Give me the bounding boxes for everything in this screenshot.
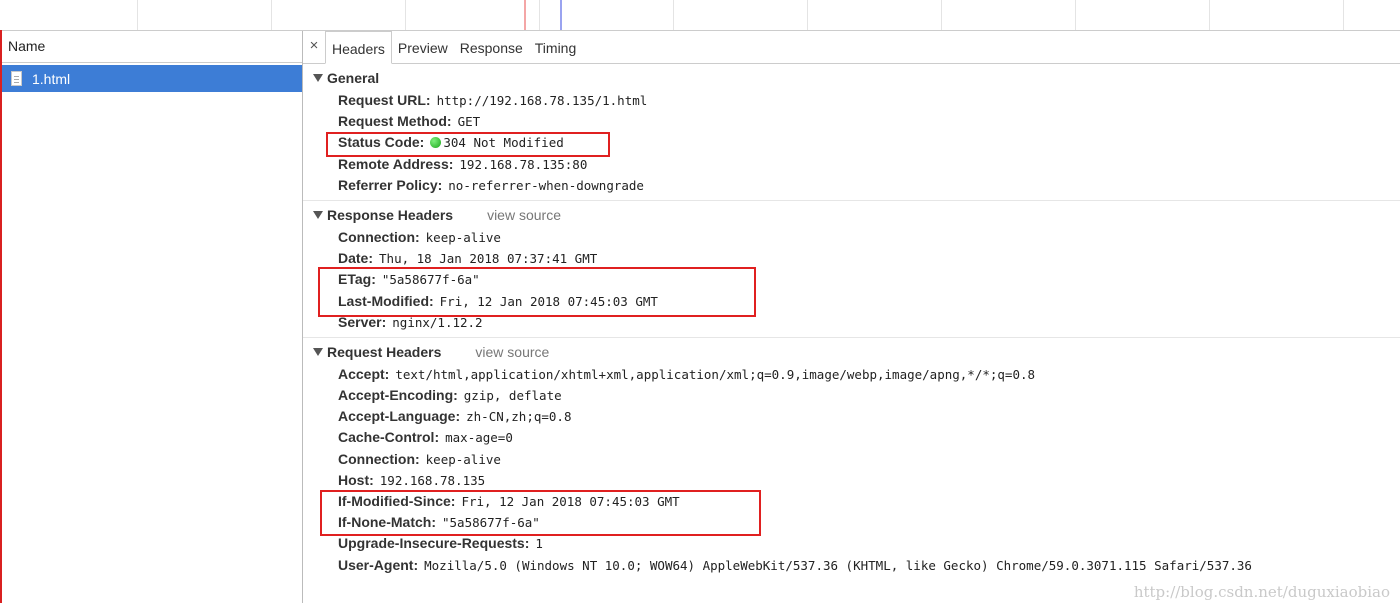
header-row: Host: 192.168.78.135 [303,470,1400,491]
header-value: Thu, 18 Jan 2018 07:37:41 GMT [379,251,598,267]
watermark: http://blog.csdn.net/duguxiaobiao [1133,583,1390,601]
timeline-gridline [137,0,138,30]
header-key: Request Method: [338,113,452,130]
header-key: Referrer Policy: [338,176,443,193]
annotation-box-etag [318,267,756,317]
view-source-link[interactable]: view source [487,207,561,223]
header-key: User-Agent: [338,556,419,573]
header-row: Referrer Policy: no-referrer-when-downgra… [303,175,1400,196]
header-key: Request URL: [338,92,431,108]
timeline-gridline [1343,0,1344,30]
header-value: GET [457,114,481,130]
timeline-gridline [539,0,540,30]
triangle-down-icon [313,210,323,219]
header-value: 1 [535,536,543,552]
header-key: Upgrade-Insecure-Requests: [338,535,530,552]
header-key: Connection: [338,450,420,467]
network-timeline[interactable] [0,0,1400,31]
header-row: Connection: keep-alive [303,449,1400,470]
load-event-marker [524,0,526,30]
header-row: Accept-Encoding: gzip, deflate [303,385,1400,406]
request-row-selected[interactable]: 1.html [2,65,302,92]
tab-preview[interactable]: Preview [392,31,454,63]
header-value: keep-alive [425,451,501,467]
general-section-header[interactable]: General [303,66,1400,90]
header-key: Date: [338,250,374,267]
request-headers-section: Request Headers view source Accept: text/h… [303,338,1400,580]
timeline-gridline [405,0,406,30]
annotation-box-status [326,132,610,157]
timeline-gridline [271,0,272,30]
header-row: Upgrade-Insecure-Requests: 1 [303,533,1400,554]
header-row: User-Agent: Mozilla/5.0 (Windows NT 10.0;… [303,555,1400,576]
header-value: max-age=0 [445,430,513,446]
header-key: Accept-Encoding: [338,387,458,404]
header-row: Cache-Control: max-age=0 [303,427,1400,448]
header-row: Accept-Language: zh-CN,zh;q=0.8 [303,406,1400,427]
annotation-box-if-modified [320,490,761,536]
header-value: http://192.168.78.135/1.html [436,93,648,108]
domcontentloaded-marker [560,0,562,30]
header-value: keep-alive [425,229,501,245]
timeline-gridline [1075,0,1076,30]
header-value: text/html,application/xhtml+xml,applicat… [395,366,1036,382]
timeline-gridline [673,0,674,30]
view-source-link[interactable]: view source [475,344,549,360]
timeline-gridline [1209,0,1210,30]
header-key: Remote Address: [338,155,454,172]
request-headers-section-header[interactable]: Request Headers view source [303,340,1400,364]
triangle-down-icon [313,347,323,356]
tab-response[interactable]: Response [454,31,529,63]
details-tabbar: × Headers Preview Response Timing [303,31,1400,64]
timeline-gridline [807,0,808,30]
header-value: Mozilla/5.0 (Windows NT 10.0; WOW64) App… [424,557,1252,573]
section-title: Response Headers [327,206,454,223]
timeline-gridline [941,0,942,30]
tab-headers[interactable]: Headers [325,31,392,64]
header-value: 192.168.78.135 [379,472,486,488]
header-key: Accept: [338,365,390,382]
triangle-down-icon [313,74,323,82]
header-value: zh-CN,zh;q=0.8 [466,409,572,425]
header-value: no-referrer-when-downgrade [448,177,644,193]
header-value: 192.168.78.135:80 [459,156,588,172]
section-title: Request Headers [327,343,442,360]
section-title: General [327,70,380,86]
request-list: Name 1.html [2,31,303,603]
header-row: Request URL: http://192.168.78.135/1.html [303,90,1400,111]
header-row: Request Method: GET [303,111,1400,132]
tab-timing[interactable]: Timing [529,31,583,63]
header-key: Connection: [338,228,420,245]
header-key: Accept-Language: [338,408,461,425]
header-row: Connection: keep-alive [303,227,1400,248]
header-key: Cache-Control: [338,429,440,446]
header-row: Accept: text/html,application/xhtml+xml,a… [303,364,1400,385]
document-icon [11,71,22,86]
header-value: gzip, deflate [463,388,562,404]
name-column-header[interactable]: Name [2,31,302,63]
header-key: Host: [338,471,374,488]
request-file-name: 1.html [32,70,71,87]
response-headers-section-header[interactable]: Response Headers view source [303,203,1400,227]
close-icon[interactable]: × [303,31,325,63]
